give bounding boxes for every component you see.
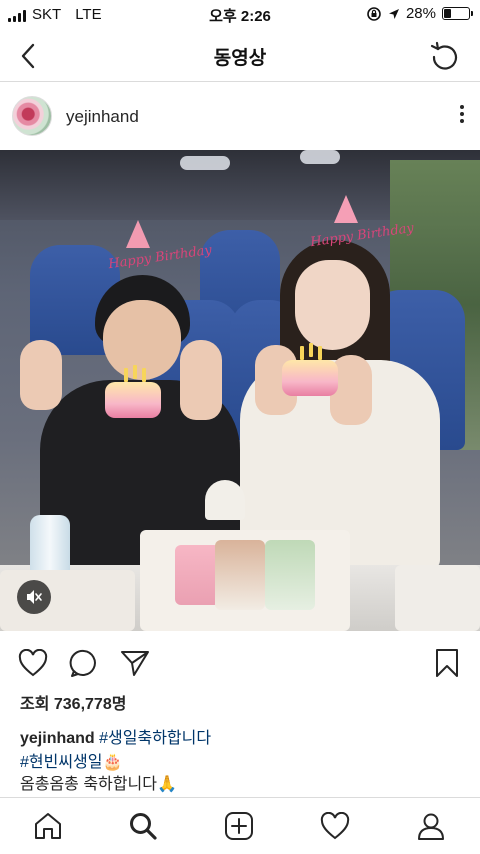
caption-line-3: 옴총옴총 축하합니다🙏 <box>20 770 177 794</box>
add-post-icon <box>225 812 253 840</box>
comment-button[interactable] <box>67 646 101 680</box>
birthday-sticker-text: Happy Birthday <box>107 242 213 273</box>
video-hand <box>20 340 62 410</box>
status-bar: SKT LTE 오후 2:26 28% <box>0 0 480 30</box>
video-person-woman-face <box>295 260 370 350</box>
tab-profile[interactable] <box>413 808 449 844</box>
caption-text: 옴총옴총 축하합니다 <box>20 776 157 793</box>
home-icon <box>35 813 61 839</box>
tab-add[interactable] <box>221 808 257 844</box>
mute-button[interactable] <box>17 580 51 614</box>
heart-icon <box>18 649 48 677</box>
hashtag-link[interactable]: #현빈씨생일 <box>20 754 103 771</box>
status-right: 28% <box>366 5 473 22</box>
post-username[interactable]: yejinhand <box>66 107 139 127</box>
like-button[interactable] <box>16 646 50 680</box>
tab-bar <box>0 797 480 854</box>
party-hat-sticker <box>334 195 358 223</box>
tab-search[interactable] <box>125 808 161 844</box>
candle <box>318 346 322 360</box>
pray-emoji: 🙏 <box>156 776 177 793</box>
candle <box>124 368 128 382</box>
video-cake <box>265 540 315 610</box>
post-actions <box>0 636 480 688</box>
search-icon <box>130 813 157 840</box>
video-cake <box>175 545 220 605</box>
cake-emoji: 🎂 <box>102 754 123 771</box>
tab-activity[interactable] <box>317 808 353 844</box>
candle <box>300 346 304 360</box>
cake-sticker <box>105 382 161 418</box>
caption-line-1: yejinhand #생일축하합니다 <box>20 724 211 748</box>
video-ceiling-light <box>180 156 230 170</box>
refresh-button[interactable] <box>426 38 462 74</box>
video-cake <box>215 540 265 610</box>
more-options-icon[interactable] <box>460 105 464 123</box>
rotation-lock-icon <box>367 6 381 21</box>
send-icon <box>121 651 149 676</box>
party-hat-sticker <box>126 220 150 248</box>
location-icon <box>388 8 399 19</box>
post-header: yejinhand <box>0 83 480 149</box>
caption-username[interactable]: yejinhand <box>20 730 95 747</box>
nav-bar: 동영상 <box>0 30 480 82</box>
heart-icon <box>320 812 350 840</box>
caption-line-2: #현빈씨생일🎂 <box>20 748 122 772</box>
comment-icon <box>69 649 96 677</box>
profile-icon <box>418 813 444 840</box>
share-button[interactable] <box>118 646 152 680</box>
candle <box>309 343 313 357</box>
video-box <box>395 565 480 631</box>
video-cake-topper <box>205 480 245 520</box>
hashtag-link[interactable]: #생일축하합니다 <box>99 730 211 747</box>
candle <box>142 368 146 382</box>
video-hand <box>180 340 222 420</box>
candle <box>133 365 137 379</box>
video-player[interactable]: Happy Birthday Happy Birthday <box>0 150 480 631</box>
battery-percent: 28% <box>405 5 436 22</box>
tab-home[interactable] <box>30 808 66 844</box>
save-button[interactable] <box>430 646 464 680</box>
bookmark-icon <box>436 649 458 677</box>
speaker-muted-icon <box>27 590 42 604</box>
cake-sticker <box>282 360 338 396</box>
battery-icon <box>442 7 473 20</box>
avatar[interactable] <box>12 96 52 136</box>
video-ceiling-light <box>300 150 340 164</box>
page-title: 동영상 <box>213 48 267 69</box>
view-count: 조회 736,778명 <box>20 696 127 713</box>
refresh-icon <box>430 41 458 70</box>
battery-fill <box>444 9 451 18</box>
